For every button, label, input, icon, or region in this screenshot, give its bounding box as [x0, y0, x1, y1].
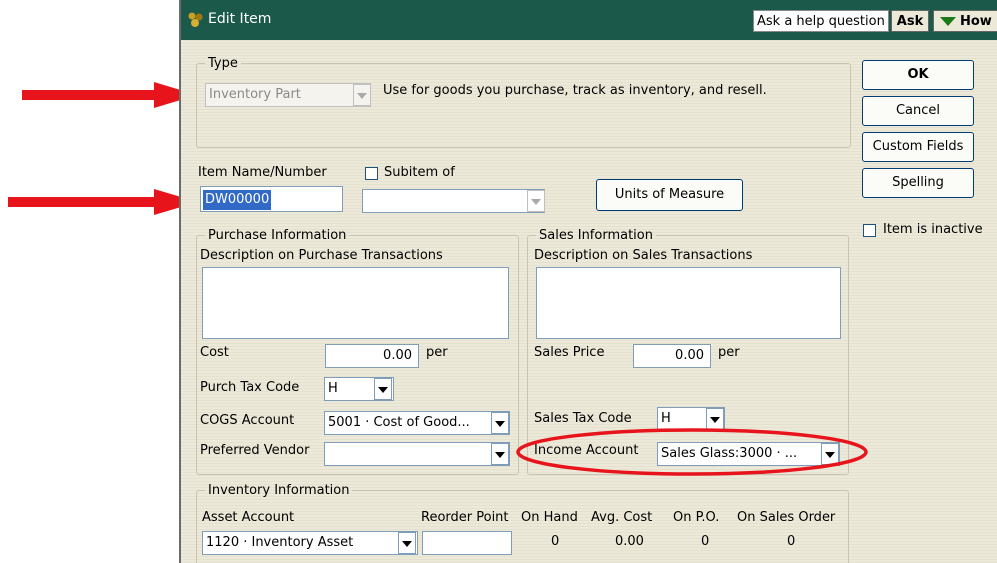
- item-name-label: Item Name/Number: [198, 165, 327, 180]
- sales-price-input[interactable]: 0.00: [633, 344, 711, 368]
- on-hand-value: 0: [551, 534, 560, 549]
- cancel-button[interactable]: Cancel: [862, 96, 974, 126]
- cogs-account-label: COGS Account: [200, 413, 295, 428]
- type-legend: Type: [208, 56, 238, 71]
- subitem-checkbox[interactable]: [365, 167, 378, 180]
- custom-fields-button[interactable]: Custom Fields: [862, 132, 974, 162]
- sales-desc-label: Description on Sales Transactions: [534, 248, 753, 263]
- on-hand-label: On Hand: [521, 510, 578, 525]
- edit-item-window: Edit Item Ask a help question Ask How Ty…: [179, 0, 997, 563]
- item-name-input[interactable]: DW00000: [200, 186, 343, 212]
- how-do-i-button[interactable]: How: [933, 10, 997, 32]
- cogs-account-chevron-icon[interactable]: [491, 412, 509, 434]
- spelling-button[interactable]: Spelling: [862, 168, 974, 198]
- preferred-vendor-label: Preferred Vendor: [200, 443, 310, 458]
- cogs-account-select[interactable]: 5001 · Cost of Good...: [324, 411, 510, 435]
- on-sales-order-label: On Sales Order: [737, 510, 836, 525]
- preferred-vendor-chevron-icon[interactable]: [491, 443, 509, 465]
- item-inactive-checkbox[interactable]: [863, 224, 876, 237]
- annotation-arrow-item-name: [8, 189, 198, 215]
- reorder-point-input[interactable]: [422, 531, 512, 555]
- asset-account-label: Asset Account: [202, 510, 295, 525]
- avg-cost-label: Avg. Cost: [591, 510, 653, 525]
- reorder-point-label: Reorder Point: [421, 510, 509, 525]
- item-inactive-label: Item is inactive: [883, 222, 983, 237]
- asset-account-select[interactable]: 1120 · Inventory Asset: [202, 531, 418, 555]
- annotation-highlight-ellipse: [516, 428, 868, 476]
- window-title: Edit Item: [208, 11, 272, 27]
- subitem-select[interactable]: [362, 189, 545, 213]
- type-description: Use for goods you purchase, track as inv…: [383, 83, 767, 98]
- sales-description-textarea[interactable]: [536, 267, 841, 339]
- subitem-dropdown-chevron-icon[interactable]: [527, 190, 545, 212]
- how-label: How: [960, 14, 992, 29]
- purch-tax-code-chevron-icon[interactable]: [374, 378, 392, 400]
- chevron-down-icon: [940, 17, 956, 26]
- item-name-value: DW00000: [203, 190, 272, 210]
- units-of-measure-button[interactable]: Units of Measure: [596, 179, 743, 211]
- type-select[interactable]: Inventory Part: [205, 83, 371, 107]
- on-po-label: On P.O.: [673, 510, 720, 525]
- ok-button[interactable]: OK: [862, 60, 974, 90]
- purchase-legend: Purchase Information: [208, 228, 347, 243]
- purchase-desc-label: Description on Purchase Transactions: [200, 248, 443, 263]
- type-dropdown-chevron-icon[interactable]: [353, 84, 371, 106]
- cost-per-label: per: [426, 345, 448, 360]
- on-sales-order-value: 0: [787, 534, 796, 549]
- subitem-label: Subitem of: [384, 165, 455, 180]
- ask-button[interactable]: Ask: [891, 10, 929, 32]
- sales-price-label: Sales Price: [534, 345, 605, 360]
- sales-price-per-label: per: [718, 345, 740, 360]
- annotation-arrow-type: [22, 82, 197, 108]
- cost-label: Cost: [200, 345, 229, 360]
- preferred-vendor-select[interactable]: [324, 442, 510, 466]
- inventory-legend: Inventory Information: [208, 483, 350, 498]
- sales-legend: Sales Information: [539, 228, 653, 243]
- purch-tax-code-label: Purch Tax Code: [200, 380, 300, 395]
- asset-account-chevron-icon[interactable]: [398, 532, 416, 554]
- cost-input[interactable]: 0.00: [325, 344, 419, 368]
- title-bar: Edit Item Ask a help question Ask How: [181, 0, 997, 40]
- purchase-description-textarea[interactable]: [202, 267, 509, 339]
- on-po-value: 0: [701, 534, 710, 549]
- item-app-icon: [188, 12, 203, 27]
- sales-tax-code-label: Sales Tax Code: [534, 411, 632, 426]
- avg-cost-value: 0.00: [615, 534, 644, 549]
- help-question-input[interactable]: Ask a help question: [753, 10, 889, 32]
